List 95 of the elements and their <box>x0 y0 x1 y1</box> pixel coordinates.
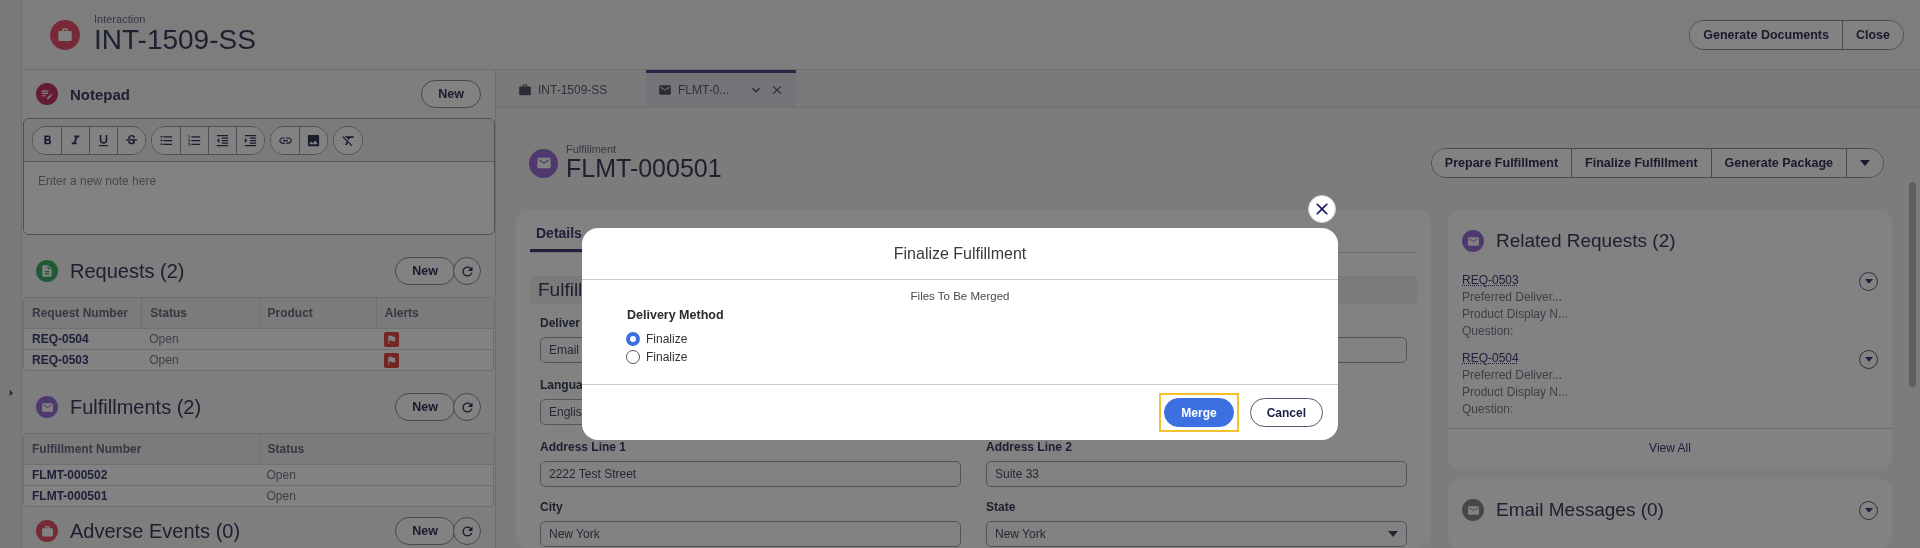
record-type-label: Interaction <box>94 13 147 26</box>
row-menu-button[interactable] <box>1859 350 1878 369</box>
image-button[interactable] <box>299 126 327 154</box>
card-title: Email Messages (0) <box>1496 499 1664 521</box>
table-cell-text: Open <box>148 331 180 348</box>
record-tab[interactable]: FLMT-0... <box>646 70 796 107</box>
refresh-button[interactable] <box>453 393 481 421</box>
header-action-button[interactable]: Close <box>1841 20 1903 49</box>
request-detail: Question: <box>1462 401 1515 418</box>
dropdown-arrow-icon <box>1860 160 1870 166</box>
new-button[interactable]: New <box>395 517 455 545</box>
column-header: Status <box>141 298 259 328</box>
table-cell-text: Open <box>265 488 297 505</box>
underline-icon <box>96 132 111 148</box>
outdent-icon <box>215 132 230 148</box>
cancel-button[interactable]: Cancel <box>1249 398 1323 427</box>
request-detail: Product Display N... <box>1462 384 1570 401</box>
envelope-icon <box>1462 499 1484 521</box>
request-link[interactable]: REQ-0504 <box>1462 350 1519 367</box>
view-all-link[interactable]: View All <box>1448 428 1892 469</box>
refresh-button[interactable] <box>453 517 481 545</box>
row-menu-button[interactable] <box>1859 272 1878 291</box>
record-title: FLMT-000501 <box>566 155 722 183</box>
select-field[interactable]: New York <box>986 521 1407 547</box>
tab-label: FLMT-0... <box>678 83 730 97</box>
record-title: INT-1509-SS <box>94 25 256 56</box>
input-field[interactable]: Suite 33 <box>986 461 1407 487</box>
close-button[interactable] <box>1308 195 1336 223</box>
request-detail: Product Display N... <box>1462 306 1570 323</box>
section-title: Notepad <box>70 85 130 103</box>
close-icon[interactable] <box>770 83 784 97</box>
radio-button[interactable] <box>626 332 640 346</box>
clear-formatting-button[interactable] <box>334 126 362 154</box>
card-menu-button[interactable] <box>1859 500 1878 520</box>
strikethrough-button[interactable] <box>117 126 145 154</box>
field-label: Langua <box>540 378 583 394</box>
briefcase-icon <box>36 520 58 542</box>
modal-title: Finalize Fulfillment <box>582 228 1338 280</box>
column-header: Status <box>258 434 493 464</box>
radio-group-label: Delivery Method <box>627 308 725 322</box>
more-actions-button[interactable] <box>1846 149 1883 177</box>
table-cell[interactable]: REQ-0504 <box>24 329 142 349</box>
new-button[interactable]: New <box>421 80 481 108</box>
column-header: Product <box>258 298 376 328</box>
dropdown-arrow-icon <box>1864 279 1873 284</box>
indent-icon <box>243 132 258 148</box>
field-label: Address Line 2 <box>986 440 1073 456</box>
field-label: City <box>540 500 563 516</box>
dropdown-arrow-icon <box>1388 531 1398 537</box>
new-button[interactable]: New <box>395 393 455 421</box>
table-cell[interactable]: FLMT-000501 <box>24 486 259 506</box>
envelope-icon <box>36 396 58 418</box>
section-title: Requests (2) <box>70 259 185 283</box>
indent-button[interactable] <box>236 126 264 154</box>
new-button[interactable]: New <box>395 257 455 285</box>
record-type-label: Fulfillment <box>566 143 618 156</box>
record-tab[interactable]: INT-1509-SS <box>506 70 646 107</box>
section-title: Adverse Events (0) <box>70 519 241 543</box>
column-header: Alerts <box>375 298 493 328</box>
column-header: Fulfillment Number <box>24 434 259 464</box>
document-icon <box>36 260 58 282</box>
table-cell[interactable]: FLMT-000502 <box>24 465 259 485</box>
section-title: Fulfillments (2) <box>70 395 202 419</box>
tab-label: INT-1509-SS <box>538 83 608 97</box>
table-cell[interactable]: REQ-0503 <box>24 350 142 370</box>
request-link[interactable]: REQ-0503 <box>1462 272 1519 289</box>
field-label: Deliver <box>540 316 581 332</box>
input-field[interactable]: New York <box>540 521 961 547</box>
envelope-badge-icon <box>529 148 558 178</box>
radio-button[interactable] <box>626 350 640 364</box>
scrollbar[interactable] <box>1909 182 1916 387</box>
request-detail: Question: <box>1462 323 1515 340</box>
field-label: State <box>986 500 1016 516</box>
briefcase-badge-icon <box>50 19 80 50</box>
refresh-button[interactable] <box>453 257 481 285</box>
input-field[interactable]: 2222 Test Street <box>540 461 961 487</box>
briefcase-icon <box>518 83 532 97</box>
column-header: Request Number <box>24 298 142 328</box>
request-detail: Preferred Deliver... <box>1462 289 1564 306</box>
image-icon <box>306 132 321 148</box>
notepad-icon <box>36 83 58 105</box>
merge-button[interactable]: Merge <box>1164 398 1234 427</box>
table-cell-text: Open <box>265 467 297 484</box>
dropdown-arrow-icon <box>1864 357 1873 362</box>
modal-subtitle: Files To Be Merged <box>910 290 1010 302</box>
envelope-icon <box>1462 230 1484 252</box>
field-label: Address Line 1 <box>540 440 627 456</box>
radio-label: Finalize <box>646 350 688 364</box>
table-cell-text: Open <box>148 352 180 369</box>
request-detail: Preferred Deliver... <box>1462 367 1564 384</box>
dropdown-arrow-icon <box>1864 507 1873 513</box>
radio-label: Finalize <box>646 332 688 346</box>
envelope-icon <box>658 83 672 97</box>
note-editor[interactable]: Enter a new note here <box>23 118 495 235</box>
card-title: Related Requests (2) <box>1496 230 1676 252</box>
